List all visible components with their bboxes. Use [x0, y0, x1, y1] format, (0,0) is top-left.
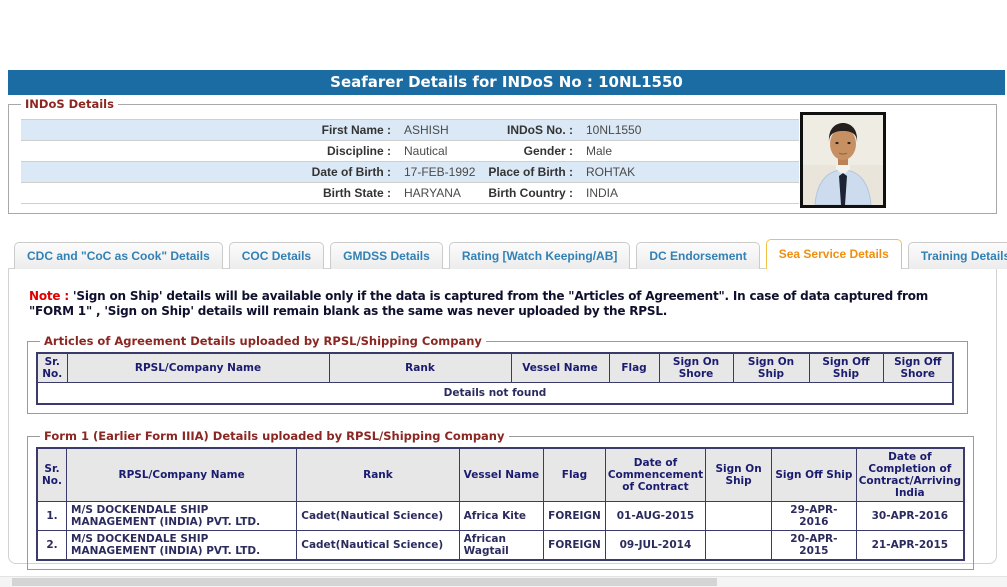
- place-of-birth-label: Place of Birth :: [488, 165, 573, 179]
- column-header-date-of-completion: Date of Completion of Contract/Arriving …: [855, 447, 965, 502]
- birth-state-label: Birth State :: [322, 186, 391, 200]
- articles-of-agreement-legend: Articles of Agreement Details uploaded b…: [44, 334, 482, 348]
- cell-sr-no: 1.: [36, 501, 68, 531]
- cell-sign-on-ship: [705, 501, 773, 531]
- column-header-date-of-commencement: Date of Commencement of Contract: [604, 447, 707, 502]
- note-prefix: Note :: [29, 289, 69, 303]
- tab-sea-service-details[interactable]: Sea Service Details: [765, 239, 902, 269]
- cell-rank: Cadet(Nautical Science): [296, 501, 460, 531]
- column-header-vessel-name: Vessel Name: [510, 352, 610, 383]
- seafarer-photo: [800, 112, 886, 208]
- cell-sr-no: 2.: [36, 530, 68, 561]
- note-text: Note : 'Sign on Ship' details will be av…: [29, 289, 970, 319]
- birth-state-value: HARYANA: [404, 186, 461, 200]
- form1-fieldset: Form 1 (Earlier Form IIIA) Details uploa…: [27, 429, 974, 570]
- tab-bar: CDC and "CoC as Cook" Details COC Detail…: [14, 239, 1007, 269]
- cell-flag: FOREIGN: [543, 501, 606, 531]
- cell-flag: FOREIGN: [543, 530, 606, 561]
- date-of-birth-label: Date of Birth :: [311, 165, 391, 179]
- detail-row-state: Birth State : HARYANA Birth Country : IN…: [21, 183, 799, 204]
- table-row: Details not found: [36, 382, 954, 405]
- column-header-rpsl-company: RPSL/Company Name: [66, 447, 298, 502]
- table-row: 1. M/S DOCKENDALE SHIP MANAGEMENT (INDIA…: [36, 501, 965, 531]
- tab-coc-details[interactable]: COC Details: [228, 242, 325, 269]
- gender-label: Gender :: [523, 144, 573, 158]
- tab-training-details[interactable]: Training Details: [907, 242, 1007, 269]
- column-header-rank: Rank: [328, 352, 512, 383]
- birth-country-value: INDIA: [586, 186, 619, 200]
- detail-row-name: First Name : ASHISH INDoS No. : 10NL1550: [21, 120, 799, 141]
- table-header-row: Sr. No. RPSL/Company Name Rank Vessel Na…: [36, 352, 954, 383]
- form1-legend: Form 1 (Earlier Form IIIA) Details uploa…: [44, 429, 505, 443]
- tab-cdc-coc-as-cook-details[interactable]: CDC and "CoC as Cook" Details: [14, 242, 223, 269]
- tab-dc-endorsement[interactable]: DC Endorsement: [636, 242, 760, 269]
- column-header-rpsl-company: RPSL/Company Name: [66, 352, 330, 383]
- scrollbar-thumb[interactable]: [12, 578, 717, 586]
- column-header-sign-off-ship: Sign Off Ship: [771, 447, 857, 502]
- discipline-label: Discipline :: [326, 144, 391, 158]
- column-header-sign-off-shore: Sign Off Shore: [882, 352, 954, 383]
- cell-completion-date: 30-APR-2016: [855, 501, 965, 531]
- cell-vessel: Africa Kite: [458, 501, 545, 531]
- articles-of-agreement-table: Sr. No. RPSL/Company Name Rank Vessel Na…: [36, 352, 954, 405]
- horizontal-scrollbar[interactable]: [0, 576, 1007, 587]
- table-header-row: Sr. No. RPSL/Company Name Rank Vessel Na…: [36, 447, 965, 502]
- detail-row-birth: Date of Birth : 17-FEB-1992 Place of Bir…: [21, 162, 799, 183]
- column-header-sign-on-shore: Sign On Shore: [658, 352, 734, 383]
- place-of-birth-value: ROHTAK: [586, 165, 636, 179]
- column-header-flag: Flag: [608, 352, 660, 383]
- cell-rank: Cadet(Nautical Science): [296, 530, 460, 561]
- tab-rating-watch-keeping-ab[interactable]: Rating [Watch Keeping/AB]: [448, 242, 631, 269]
- gender-value: Male: [586, 144, 613, 158]
- column-header-sr-no: Sr. No.: [36, 352, 68, 383]
- discipline-value: Nautical: [404, 144, 448, 158]
- cell-company: M/S DOCKENDALE SHIP MANAGEMENT (INDIA) P…: [66, 501, 298, 531]
- cell-vessel: African Wagtail: [458, 530, 545, 561]
- column-header-rank: Rank: [296, 447, 460, 502]
- birth-country-label: Birth Country :: [488, 186, 573, 200]
- indos-no-label: INDoS No. :: [507, 123, 573, 137]
- cell-commencement-date: 09-JUL-2014: [604, 530, 707, 561]
- page-title: Seafarer Details for INDoS No : 10NL1550: [8, 70, 1005, 95]
- column-header-sign-on-ship: Sign On Ship: [732, 352, 810, 383]
- cell-sign-off-ship: 20-APR-2015: [771, 530, 857, 561]
- sea-service-tab-panel: Note : 'Sign on Ship' details will be av…: [8, 268, 997, 570]
- indos-details-legend: INDoS Details: [25, 97, 114, 111]
- note-body: 'Sign on Ship' details will be available…: [29, 289, 929, 318]
- first-name-value: ASHISH: [404, 123, 449, 137]
- articles-of-agreement-fieldset: Articles of Agreement Details uploaded b…: [27, 334, 968, 414]
- detail-row-discipline: Discipline : Nautical Gender : Male: [21, 141, 799, 162]
- column-header-sr-no: Sr. No.: [36, 447, 68, 502]
- cell-company: M/S DOCKENDALE SHIP MANAGEMENT (INDIA) P…: [66, 530, 298, 561]
- cell-sign-off-ship: 29-APR-2016: [771, 501, 857, 531]
- column-header-flag: Flag: [543, 447, 606, 502]
- first-name-label: First Name :: [321, 123, 391, 137]
- form1-table: Sr. No. RPSL/Company Name Rank Vessel Na…: [36, 447, 965, 561]
- table-row: 2. M/S DOCKENDALE SHIP MANAGEMENT (INDIA…: [36, 530, 965, 561]
- cell-completion-date: 21-APR-2015: [855, 530, 965, 561]
- column-header-sign-off-ship: Sign Off Ship: [808, 352, 884, 383]
- indos-no-value: 10NL1550: [586, 123, 642, 137]
- column-header-sign-on-ship: Sign On Ship: [705, 447, 773, 502]
- cell-commencement-date: 01-AUG-2015: [604, 501, 707, 531]
- seafarer-photo-image: [803, 115, 883, 206]
- page: { "title_bar": { "text": "Seafarer Detai…: [0, 0, 1007, 587]
- column-header-vessel-name: Vessel Name: [458, 447, 545, 502]
- indos-detail-rows: First Name : ASHISH INDoS No. : 10NL1550…: [21, 119, 799, 204]
- tab-gmdss-details[interactable]: GMDSS Details: [330, 242, 443, 269]
- date-of-birth-value: 17-FEB-1992: [404, 165, 476, 179]
- details-not-found-message: Details not found: [36, 382, 954, 405]
- cell-sign-on-ship: [705, 530, 773, 561]
